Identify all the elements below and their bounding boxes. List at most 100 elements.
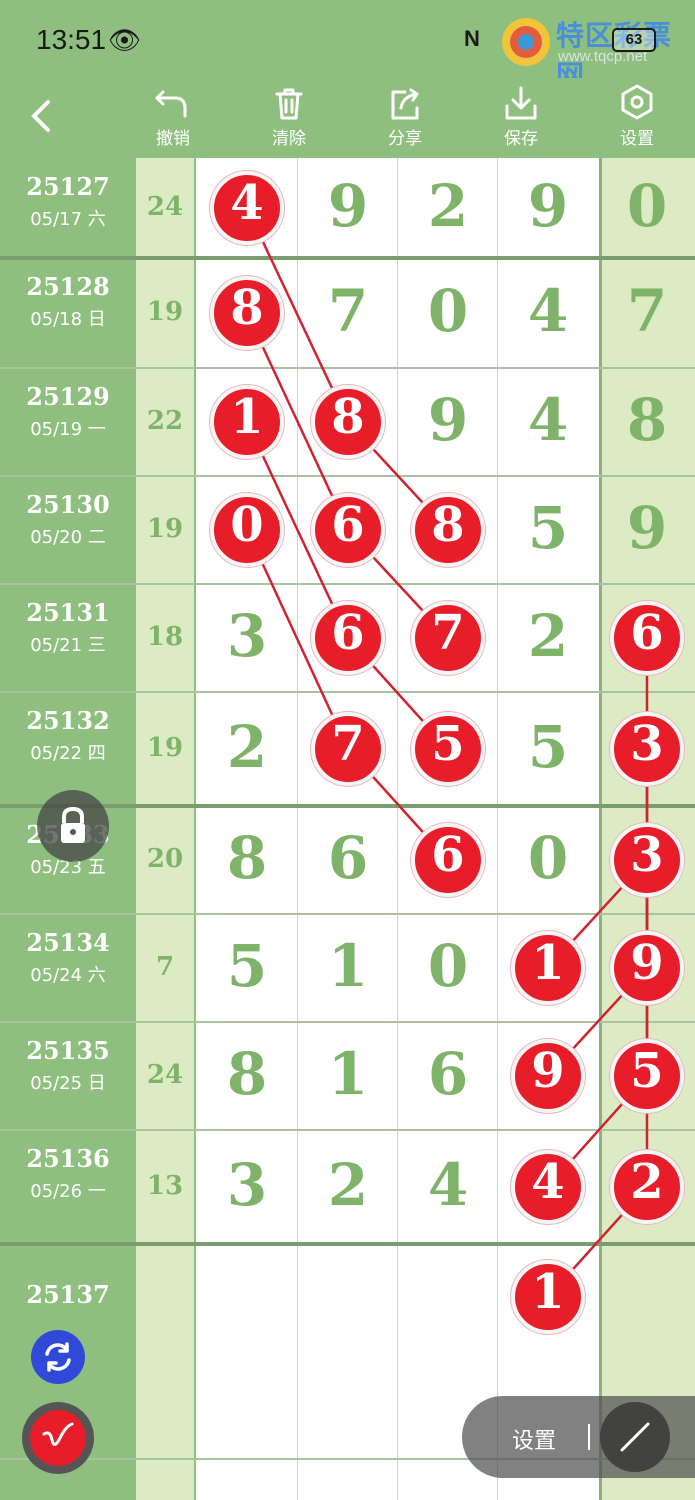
- circled-digit[interactable]: 6: [610, 601, 684, 675]
- sum-value: 19: [146, 297, 184, 327]
- digit-cell[interactable]: 9: [298, 172, 398, 240]
- circled-digit[interactable]: 6: [311, 493, 385, 567]
- digit-cell[interactable]: 2: [197, 713, 297, 781]
- issue-date: 05/21 三: [30, 635, 106, 656]
- digit-cell[interactable]: 9: [398, 386, 498, 454]
- circled-digit[interactable]: 8: [311, 385, 385, 459]
- digit-cell[interactable]: 8: [197, 824, 297, 892]
- pen-button[interactable]: [22, 1402, 94, 1474]
- toolbar: 撤销 清除 分享 保存 设置: [0, 78, 695, 158]
- issue-number: 25135: [26, 1036, 110, 1065]
- circled-digit[interactable]: 5: [610, 1039, 684, 1113]
- digit-cell[interactable]: 6: [298, 824, 398, 892]
- circled-digit[interactable]: 0: [210, 493, 284, 567]
- back-button[interactable]: [26, 96, 56, 146]
- issue-number: 25130: [26, 490, 110, 519]
- issue-date: 05/26 一: [30, 1181, 106, 1202]
- digit-cell[interactable]: 5: [197, 932, 297, 1000]
- trash-icon: [275, 88, 303, 120]
- digit-cell[interactable]: 0: [398, 932, 498, 1000]
- circled-digit[interactable]: 3: [610, 712, 684, 786]
- circled-digit[interactable]: 9: [511, 1039, 585, 1113]
- issue-number: 25129: [26, 382, 110, 411]
- pen-color-swatch: [30, 1410, 86, 1466]
- settings-label: 设置: [620, 129, 654, 149]
- column-divider: [599, 158, 602, 1500]
- sum-value: 22: [146, 406, 184, 436]
- digit-cell[interactable]: 9: [498, 172, 598, 240]
- circled-digit[interactable]: 1: [511, 931, 585, 1005]
- digit-cell[interactable]: 2: [398, 172, 498, 240]
- digit-cell[interactable]: 3: [197, 1151, 297, 1219]
- undo-icon: [155, 90, 187, 118]
- digit-cell[interactable]: 3: [197, 602, 297, 670]
- line-tool-button[interactable]: [600, 1402, 670, 1472]
- digit-cell[interactable]: 7: [597, 277, 695, 345]
- save-button[interactable]: 保存: [481, 82, 561, 149]
- settings-hexagon-icon: [621, 84, 653, 120]
- circled-digit[interactable]: 8: [210, 276, 284, 350]
- digit-cell[interactable]: 2: [498, 602, 598, 670]
- issue-number: 25131: [26, 598, 110, 627]
- save-label: 保存: [504, 129, 538, 149]
- digit-cell[interactable]: 1: [298, 1040, 398, 1108]
- circled-digit[interactable]: 8: [411, 493, 485, 567]
- settings-button[interactable]: 设置: [597, 82, 677, 149]
- issue-cell: 25134 05/24 六: [0, 914, 136, 987]
- digit-cell[interactable]: 5: [498, 713, 598, 781]
- circled-digit[interactable]: 2: [610, 1150, 684, 1224]
- issue-cell: 25130 05/20 二: [0, 476, 136, 549]
- chevron-left-icon: [31, 100, 50, 132]
- clear-label: 清除: [272, 129, 306, 149]
- issue-date: 05/17 六: [30, 209, 106, 230]
- sum-value: 19: [146, 514, 184, 544]
- digit-cell[interactable]: 6: [398, 1040, 498, 1108]
- undo-label: 撤销: [156, 129, 190, 149]
- digit-cell[interactable]: 8: [597, 386, 695, 454]
- line-tool-icon: [620, 1422, 650, 1452]
- circled-digit[interactable]: 4: [511, 1150, 585, 1224]
- digit-cell[interactable]: 7: [298, 277, 398, 345]
- lock-button[interactable]: [37, 790, 109, 862]
- circled-digit[interactable]: 5: [411, 712, 485, 786]
- circled-digit[interactable]: 6: [411, 823, 485, 897]
- issue-date: 05/19 一: [30, 419, 106, 440]
- sum-value: 7: [155, 952, 175, 982]
- issue-number: 25136: [26, 1144, 110, 1173]
- pen-icon: [42, 1422, 74, 1446]
- digit-cell[interactable]: 4: [398, 1151, 498, 1219]
- lock-icon: [61, 806, 85, 843]
- issue-number: 25132: [26, 706, 110, 735]
- panel-settings-button[interactable]: 设置: [512, 1423, 556, 1455]
- digit-cell[interactable]: 8: [197, 1040, 297, 1108]
- issue-cell: 25131 05/21 三: [0, 584, 136, 657]
- circled-digit[interactable]: 6: [311, 601, 385, 675]
- share-button[interactable]: 分享: [365, 82, 445, 149]
- issue-cell: 25132 05/22 四: [0, 692, 136, 765]
- circled-digit[interactable]: 7: [411, 601, 485, 675]
- circled-digit[interactable]: 4: [210, 171, 284, 245]
- circled-digit[interactable]: 3: [610, 823, 684, 897]
- download-icon: [505, 86, 537, 120]
- digit-cell[interactable]: 2: [298, 1151, 398, 1219]
- circled-digit[interactable]: 1: [511, 1260, 585, 1334]
- refresh-icon: [45, 1342, 71, 1372]
- circled-digit[interactable]: 1: [210, 385, 284, 459]
- refresh-button[interactable]: [31, 1330, 85, 1384]
- digit-cell[interactable]: 4: [498, 277, 598, 345]
- digit-cell[interactable]: 1: [298, 932, 398, 1000]
- digit-cell[interactable]: 4: [498, 386, 598, 454]
- issue-cell: 25127 05/17 六: [0, 158, 136, 231]
- digit-cell[interactable]: 0: [597, 172, 695, 240]
- circled-digit[interactable]: 7: [311, 712, 385, 786]
- undo-button[interactable]: 撤销: [133, 82, 213, 149]
- digit-cell[interactable]: 9: [597, 494, 695, 562]
- issue-cell: 25128 05/18 日: [0, 258, 136, 331]
- eye-icon: 👁: [108, 26, 142, 56]
- digit-cell[interactable]: 5: [498, 494, 598, 562]
- clear-button[interactable]: 清除: [249, 82, 329, 149]
- issue-date: 05/18 日: [30, 309, 106, 330]
- digit-cell[interactable]: 0: [398, 277, 498, 345]
- digit-cell[interactable]: 0: [498, 824, 598, 892]
- circled-digit[interactable]: 9: [610, 931, 684, 1005]
